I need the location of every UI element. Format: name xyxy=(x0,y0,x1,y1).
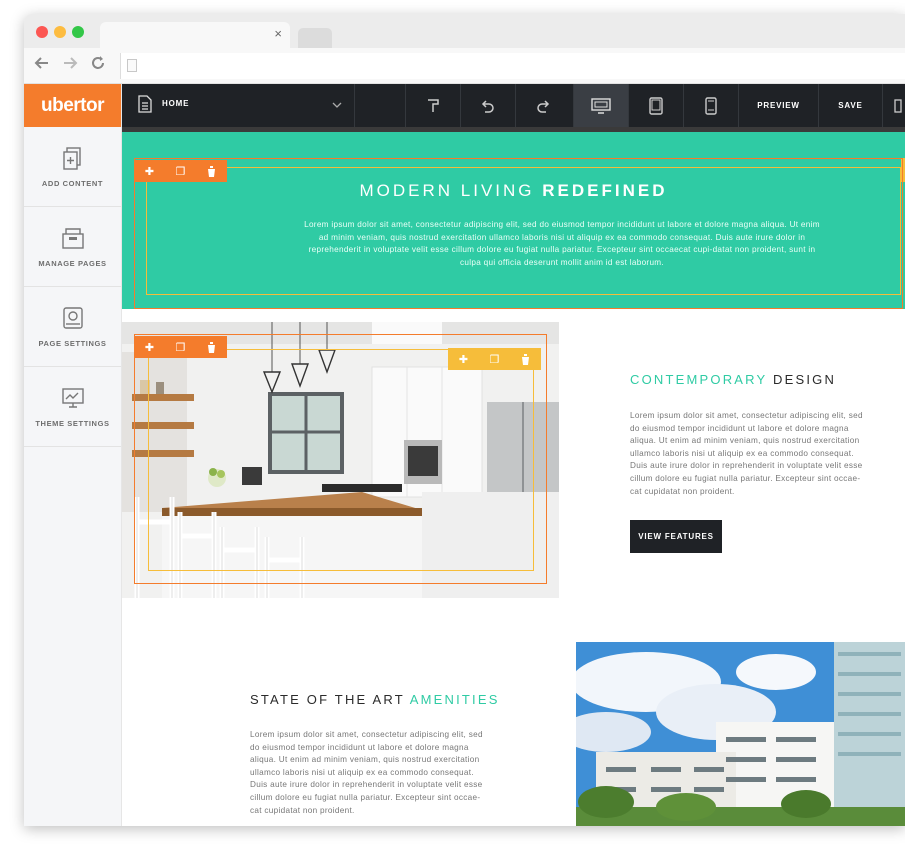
new-tab-button[interactable] xyxy=(298,28,332,48)
amenities-heading-accent: AMENITIES xyxy=(409,692,500,707)
hero-title-bold: REDEFINED xyxy=(542,181,668,200)
sidebar-item-label: ADD CONTENT xyxy=(41,179,104,188)
tablet-view-button[interactable] xyxy=(628,84,683,127)
preview-button[interactable]: PREVIEW xyxy=(738,84,818,127)
chevron-down-icon xyxy=(332,102,342,108)
kitchen-image-controls: ✚ ❐ xyxy=(448,348,541,370)
undo-icon xyxy=(481,99,494,113)
format-icon xyxy=(428,98,439,112)
ubertor-logo[interactable]: ubertor xyxy=(24,84,121,127)
amenities-heading-rest: STATE OF THE ART xyxy=(250,692,405,707)
redo-button[interactable] xyxy=(515,84,570,127)
theme-settings-icon xyxy=(61,388,84,408)
duplicate-block-icon[interactable]: ❐ xyxy=(165,336,196,358)
forward-arrow-icon[interactable] xyxy=(62,55,78,76)
delete-block-icon[interactable] xyxy=(196,336,227,358)
paragraph-line: do eiusmod tempor incididunt ut labore e… xyxy=(630,423,849,433)
duplicate-block-icon[interactable]: ❐ xyxy=(165,160,196,182)
page-select-value: HOME xyxy=(162,99,190,108)
reload-icon[interactable] xyxy=(90,55,106,76)
amenities-paragraph: Lorem ipsum dolor sit amet, consectetur … xyxy=(250,729,520,817)
paragraph-line: Lorem ipsum dolor sit amet, consectetur … xyxy=(630,411,863,420)
design-heading: CONTEMPORARY DESIGN xyxy=(630,372,836,387)
add-block-icon[interactable]: ✚ xyxy=(134,336,165,358)
browser-tab[interactable]: × xyxy=(100,22,290,48)
kitchen-inner-frame xyxy=(148,349,534,571)
desktop-view-button[interactable] xyxy=(573,84,628,127)
exit-icon xyxy=(893,98,902,113)
format-button[interactable] xyxy=(405,84,460,127)
paragraph-line: cat cupidatat non proident. xyxy=(250,805,355,815)
window-minimize-dot[interactable] xyxy=(54,26,66,38)
add-block-icon[interactable]: ✚ xyxy=(134,160,165,182)
sidebar-item-theme-settings[interactable]: THEME SETTINGS xyxy=(24,367,121,447)
sidebar-item-manage-pages[interactable]: MANAGE PAGES xyxy=(24,207,121,287)
paragraph-line: do eiusmod tempor incididunt ut labore e… xyxy=(250,742,469,752)
building-photo xyxy=(576,642,905,826)
editor-sidebar: ubertor ADD CONTENT MANAGE PAGES PAGE SE… xyxy=(24,84,122,826)
editor-toolbar: HOME PREVIEW SAVE xyxy=(122,84,905,127)
paragraph-line: aliqua. Ut enim ad minim veniam, quis no… xyxy=(630,436,860,446)
hero-photo-strip xyxy=(122,127,905,132)
hero-title: MODERN LIVING REDEFINED xyxy=(122,181,905,201)
save-button[interactable]: SAVE xyxy=(818,84,882,127)
add-element-icon[interactable]: ✚ xyxy=(448,348,479,370)
sidebar-item-label: PAGE SETTINGS xyxy=(38,339,107,348)
page-canvas: ✚ ❐ MODERN LIVING REDEFINED Lorem ipsum … xyxy=(122,127,905,826)
paragraph-line: cillum dolore eu fugiat nulla pariatur. … xyxy=(250,792,481,802)
url-field[interactable] xyxy=(120,53,905,79)
kitchen-block-controls: ✚ ❐ xyxy=(134,336,227,358)
mobile-icon xyxy=(705,96,717,115)
paragraph-line: ullamco laboris nisi ut aliquip ex ea co… xyxy=(250,767,474,777)
undo-button[interactable] xyxy=(460,84,515,127)
page-document-icon xyxy=(127,59,137,72)
add-content-icon xyxy=(62,147,81,170)
browser-tabbar: × xyxy=(24,14,905,48)
paragraph-line: cillum dolore eu fugiat nulla pariatur. … xyxy=(630,473,861,483)
sidebar-item-page-settings[interactable]: PAGE SETTINGS xyxy=(24,287,121,367)
design-heading-rest: DESIGN xyxy=(772,372,837,387)
window-maximize-dot[interactable] xyxy=(72,26,84,38)
view-features-button[interactable]: VIEW FEATURES xyxy=(630,520,722,553)
paragraph-line: aliqua. Ut enim ad minim veniam, quis no… xyxy=(250,755,480,765)
tab-close-icon[interactable]: × xyxy=(274,26,282,41)
desktop-icon xyxy=(591,97,611,114)
sidebar-item-label: MANAGE PAGES xyxy=(38,259,107,268)
paragraph-line: cat cupidatat non proident. xyxy=(630,486,735,496)
redo-icon xyxy=(537,99,550,113)
hero-title-light: MODERN LIVING xyxy=(359,181,535,200)
design-heading-accent: CONTEMPORARY xyxy=(630,372,768,387)
paragraph-line: Duis aute irure dolor in reprehenderit i… xyxy=(250,780,483,790)
back-arrow-icon[interactable] xyxy=(34,55,50,76)
browser-window: × ubertor ADD CONTENT MANAGE PAGES PAGE … xyxy=(24,14,905,826)
manage-pages-icon xyxy=(61,228,84,249)
sidebar-item-label: THEME SETTINGS xyxy=(35,419,110,428)
delete-element-icon[interactable] xyxy=(510,348,541,370)
building-image[interactable] xyxy=(576,642,905,826)
paragraph-line: Duis aute irure dolor in reprehenderit i… xyxy=(630,461,863,471)
hero-block-controls: ✚ ❐ xyxy=(134,160,227,182)
browser-address-bar xyxy=(24,48,905,84)
window-close-dot[interactable] xyxy=(36,26,48,38)
tablet-icon xyxy=(649,96,663,115)
toolbar-overflow-button[interactable] xyxy=(882,84,905,127)
page-settings-icon xyxy=(62,307,83,329)
paragraph-line: ullamco laboris nisi ut aliquip ex ea co… xyxy=(630,448,854,458)
paragraph-line: Lorem ipsum dolor sit amet, consectetur … xyxy=(250,730,483,739)
duplicate-element-icon[interactable]: ❐ xyxy=(479,348,510,370)
amenities-heading: STATE OF THE ART AMENITIES xyxy=(250,692,500,707)
sidebar-item-add-content[interactable]: ADD CONTENT xyxy=(24,127,121,207)
page-select-dropdown[interactable]: HOME xyxy=(122,84,355,127)
design-paragraph: Lorem ipsum dolor sit amet, consectetur … xyxy=(630,410,900,498)
delete-block-icon[interactable] xyxy=(196,160,227,182)
hero-paragraph: Lorem ipsum dolor sit amet, consectetur … xyxy=(304,220,820,267)
mobile-view-button[interactable] xyxy=(683,84,738,127)
page-icon xyxy=(138,95,152,113)
